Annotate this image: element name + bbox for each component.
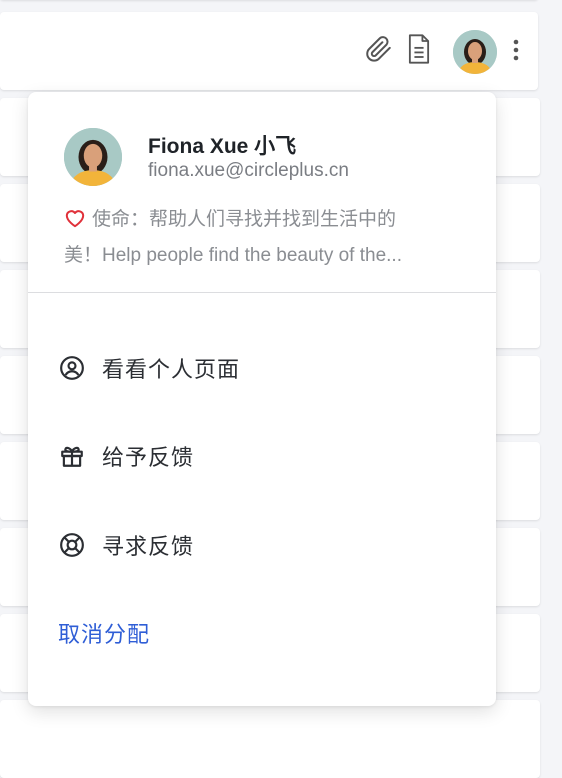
lifebuoy-icon: [58, 531, 86, 559]
profile-avatar: [64, 128, 122, 186]
menu-item-request-feedback[interactable]: 寻求反馈: [58, 525, 194, 565]
more-vertical-icon[interactable]: [508, 36, 524, 64]
profile-dropdown: Fiona Xue 小飞 fiona.xue@circleplus.cn 使命：…: [28, 92, 496, 706]
menu-item-give-feedback[interactable]: 给予反馈: [58, 436, 194, 476]
profile-name: Fiona Xue 小飞: [148, 135, 297, 158]
document-icon[interactable]: [404, 32, 434, 66]
heart-icon: [64, 206, 86, 239]
mission-line-1: 使命：帮助人们寻找并找到生活中的: [92, 209, 397, 230]
menu-item-label: 看看个人页面: [102, 357, 241, 382]
gift-icon: [58, 442, 86, 470]
profile-email: fiona.xue@circleplus.cn: [148, 160, 349, 181]
task-card: [0, 700, 540, 778]
mission-line-2: 美！Help people find the beauty of the...: [64, 245, 402, 266]
menu-item-label: 给予反馈: [102, 445, 195, 470]
user-avatar-button[interactable]: [453, 30, 497, 74]
divider: [28, 292, 496, 293]
user-circle-icon: [58, 354, 86, 382]
menu-item-label: 寻求反馈: [102, 534, 195, 559]
menu-item-view-profile[interactable]: 看看个人页面: [58, 348, 240, 388]
paperclip-icon[interactable]: [362, 32, 394, 66]
unassign-link[interactable]: 取消分配: [58, 617, 150, 649]
mission-statement: 使命：帮助人们寻找并找到生活中的 美！Help people find the …: [64, 203, 474, 272]
